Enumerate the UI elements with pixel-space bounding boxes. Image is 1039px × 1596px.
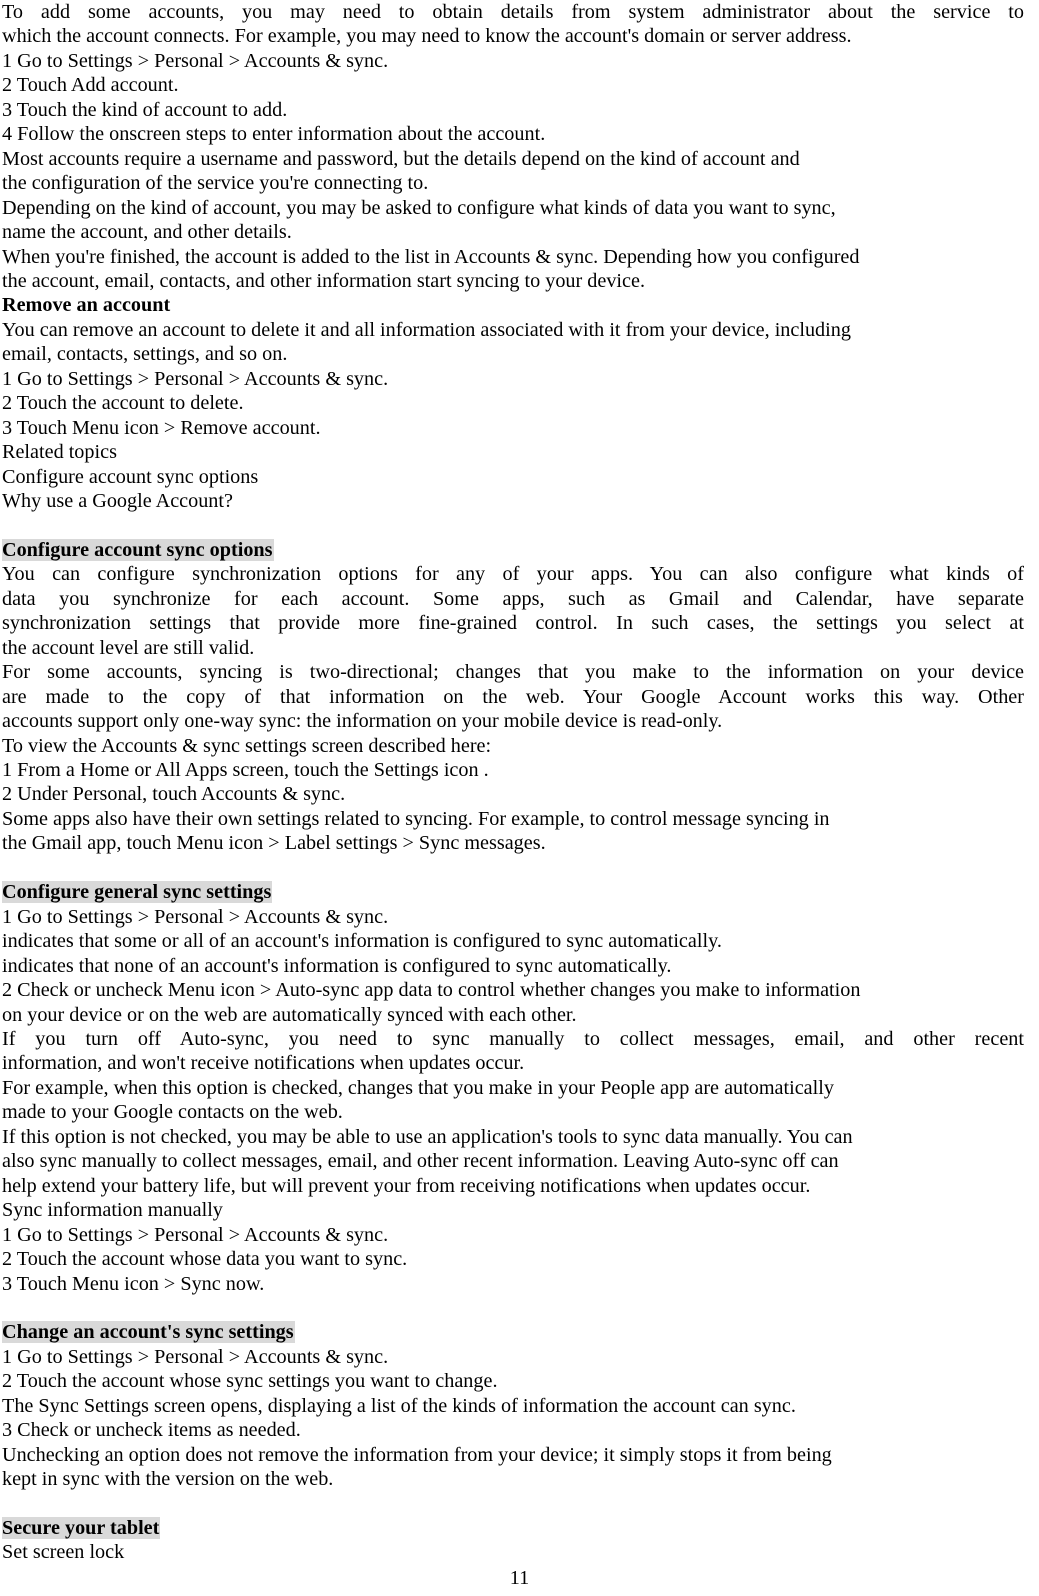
cgs-example-line-1: For example, when this option is checked… — [2, 1076, 834, 1099]
cass-unchecking-line-1: Unchecking an option does not remove the… — [2, 1443, 832, 1466]
note-add-account-line-3: Depending on the kind of account, you ma… — [2, 196, 836, 219]
remove-account-step-2: 2 Touch the account to delete. — [2, 392, 244, 415]
step-add-account-1: 1 Go to Settings > Personal > Accounts &… — [2, 49, 389, 72]
heading-configure-account-sync-options-text: Configure account sync options — [2, 538, 274, 561]
cas-step-2: 2 Under Personal, touch Accounts & sync. — [2, 783, 346, 806]
spacer-before-change-account-sync-settings — [2, 1296, 1024, 1320]
cas-para1-line-2: data you synchronize for each account. S… — [2, 587, 1024, 610]
remove-account-step-3: 3 Touch Menu icon > Remove account. — [2, 416, 321, 439]
cgs-manual-step-2: 2 Touch the account whose data you want … — [2, 1248, 408, 1271]
cgs-example-line-2: made to your Google contacts on the web. — [2, 1101, 343, 1124]
cgs-unchecked-line-3: help extend your battery life, but will … — [2, 1174, 811, 1197]
cgs-manual-step-3: 3 Touch Menu icon > Sync now. — [2, 1272, 265, 1295]
related-topics-label: Related topics — [2, 441, 117, 464]
paragraph-intro-line-1: To add some accounts, you may need to ob… — [2, 1, 1024, 23]
heading-secure-your-tablet: Secure your tablet — [2, 1516, 1024, 1540]
cgs-autosync-note-line-2: information, and won't receive notificat… — [2, 1052, 525, 1075]
note-add-account-line-4: name the account, and other details. — [2, 221, 292, 244]
cgs-unchecked-line-2: also sync manually to collect messages, … — [2, 1150, 839, 1173]
heading-configure-account-sync-options: Configure account sync options — [2, 538, 1024, 562]
cgs-autosync-note-line-1: If you turn off Auto-sync, you need to s… — [2, 1028, 1024, 1050]
step-add-account-3: 3 Touch the kind of account to add. — [2, 98, 288, 121]
cas-para2-line-2: are made to the copy of that information… — [2, 685, 1024, 708]
cgs-manual-step-1: 1 Go to Settings > Personal > Accounts &… — [2, 1223, 389, 1246]
document-page: To add some accounts, you may need to ob… — [0, 0, 1039, 1596]
cgs-step-2-line-1: 2 Check or uncheck Menu icon > Auto-sync… — [2, 979, 861, 1002]
cass-step-3: 3 Check or uncheck items as needed. — [2, 1419, 301, 1442]
note-add-account-line-5: When you're finished, the account is add… — [2, 245, 860, 268]
set-screen-lock-line: Set screen lock — [2, 1541, 125, 1564]
cas-step-1: 1 From a Home or All Apps screen, touch … — [2, 759, 489, 782]
cgs-step-2-line-2: on your device or on the web are automat… — [2, 1003, 577, 1026]
cgs-unchecked-line-1: If this option is not checked, you may b… — [2, 1125, 853, 1148]
related-topic-configure-account-sync-options: Configure account sync options — [2, 465, 259, 488]
step-add-account-4: 4 Follow the onscreen steps to enter inf… — [2, 123, 546, 146]
cass-note-sync-settings-screen: The Sync Settings screen opens, displayi… — [2, 1394, 796, 1417]
step-add-account-2: 2 Touch Add account. — [2, 74, 179, 97]
cas-note-line-2: the Gmail app, touch Menu icon > Label s… — [2, 832, 546, 855]
heading-change-account-sync-settings: Change an account's sync settings — [2, 1320, 1024, 1344]
page-number: 11 — [509, 1567, 530, 1589]
cass-unchecking-line-2: kept in sync with the version on the web… — [2, 1468, 334, 1491]
paragraph-intro-line-2: which the account connects. For example,… — [2, 25, 852, 48]
cgs-indicator-some-or-all: indicates that some or all of an account… — [2, 930, 722, 953]
note-add-account-line-2: the configuration of the service you're … — [2, 172, 429, 195]
remove-account-line-1: You can remove an account to delete it a… — [2, 318, 851, 341]
spacer-before-secure-your-tablet — [2, 1492, 1024, 1516]
document-body: To add some accounts, you may need to ob… — [2, 0, 1024, 1565]
cass-step-1: 1 Go to Settings > Personal > Accounts &… — [2, 1345, 389, 1368]
cgs-sync-information-manually-label: Sync information manually — [2, 1199, 223, 1222]
cgs-step-1: 1 Go to Settings > Personal > Accounts &… — [2, 905, 389, 928]
heading-configure-general-sync-settings-text: Configure general sync settings — [2, 881, 273, 904]
cgs-indicator-none: indicates that none of an account's info… — [2, 954, 672, 977]
heading-configure-general-sync-settings: Configure general sync settings — [2, 880, 1024, 904]
heading-secure-your-tablet-text: Secure your tablet — [2, 1517, 161, 1540]
remove-account-line-2: email, contacts, settings, and so on. — [2, 343, 288, 366]
note-add-account-line-6: the account, email, contacts, and other … — [2, 269, 645, 292]
cas-para2-line-3: accounts support only one-way sync: the … — [2, 710, 723, 733]
cas-para1-line-4: the account level are still valid. — [2, 636, 255, 659]
spacer-before-configure-general-sync-settings — [2, 856, 1024, 880]
related-topic-why-use-a-google-account: Why use a Google Account? — [2, 490, 233, 513]
cas-para1-line-3: synchronization settings that provide mo… — [2, 612, 1024, 635]
cass-step-2: 2 Touch the account whose sync settings … — [2, 1370, 498, 1393]
cas-para1-line-1: You can configure synchronization option… — [2, 563, 1024, 586]
heading-remove-an-account: Remove an account — [2, 294, 171, 317]
heading-change-account-sync-settings-text: Change an account's sync settings — [2, 1321, 295, 1344]
remove-account-step-1: 1 Go to Settings > Personal > Accounts &… — [2, 367, 389, 390]
cas-para2-line-1: For some accounts, syncing is two-direct… — [2, 661, 1024, 684]
spacer-before-configure-account-sync-options — [2, 514, 1024, 538]
cas-view-settings-intro: To view the Accounts & sync settings scr… — [2, 734, 492, 757]
note-add-account-line-1: Most accounts require a username and pas… — [2, 147, 800, 170]
cas-note-line-1: Some apps also have their own settings r… — [2, 807, 830, 830]
